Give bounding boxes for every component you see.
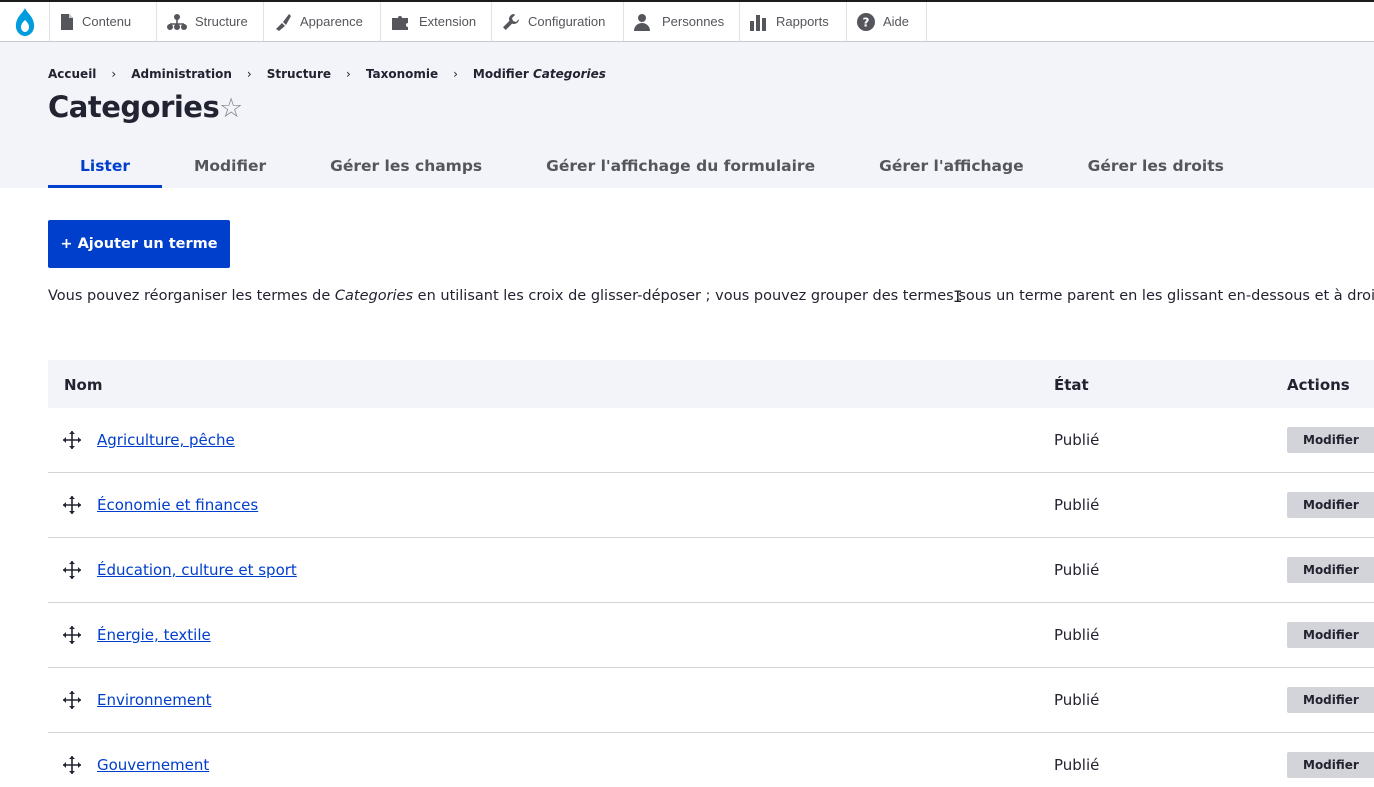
chart-icon: [750, 14, 766, 31]
toolbar-item-label: Structure: [195, 14, 248, 29]
drag-handle-icon[interactable]: [62, 625, 82, 645]
tab-gerer-affichage-formulaire[interactable]: Gérer l'affichage du formulaire: [514, 146, 847, 188]
term-state: Publié: [1054, 626, 1100, 644]
term-state: Publié: [1054, 561, 1100, 579]
breadcrumb-link-structure[interactable]: Structure: [267, 67, 331, 81]
edit-term-button[interactable]: Modifier: [1287, 687, 1374, 713]
toolbar-item-label: Extension: [419, 14, 477, 29]
help-icon: ?: [857, 12, 875, 31]
terms-table: Nom État Actions Agriculture, pêche Publ…: [48, 360, 1374, 787]
page-title: Categories: [48, 90, 220, 124]
breadcrumb-link-current[interactable]: Modifier Categories: [473, 67, 606, 81]
toolbar-item-label: Aide: [883, 14, 910, 29]
breadcrumb-separator: ›: [111, 67, 117, 81]
tab-gerer-affichage[interactable]: Gérer l'affichage: [847, 146, 1056, 188]
brush-icon: [276, 13, 291, 31]
help-text-before: Vous pouvez réorganiser les termes de: [48, 288, 335, 304]
table-row: Agriculture, pêche Publié Modifier: [48, 408, 1374, 473]
term-state: Publié: [1054, 756, 1100, 774]
table-row: Gouvernement Publié Modifier: [48, 733, 1374, 787]
term-link[interactable]: Énergie, textile: [97, 626, 211, 644]
toolbar-item-apparence[interactable]: Apparence: [264, 2, 381, 41]
wrench-icon: [503, 13, 519, 30]
admin-toolbar: Contenu Structure Apparence Extension Co…: [0, 0, 1374, 42]
help-text: Vous pouvez réorganiser les termes de Ca…: [48, 286, 1374, 306]
add-term-button[interactable]: + Ajouter un terme: [48, 220, 230, 268]
breadcrumb-link-taxonomie[interactable]: Taxonomie: [366, 67, 438, 81]
term-link[interactable]: Gouvernement: [97, 756, 209, 774]
breadcrumb-separator: ›: [453, 67, 458, 81]
term-link[interactable]: Environnement: [97, 691, 212, 709]
edit-term-button[interactable]: Modifier: [1287, 622, 1374, 648]
help-text-after: en utilisant les croix de glisser-dépose…: [413, 288, 1374, 304]
person-icon: [634, 13, 650, 31]
term-link[interactable]: Éducation, culture et sport: [97, 561, 297, 579]
term-state: Publié: [1054, 496, 1100, 514]
tab-lister[interactable]: Lister: [48, 146, 162, 188]
sitemap-icon: [167, 13, 187, 30]
breadcrumb-current-prefix: Modifier: [472, 67, 529, 81]
drupal-logo-icon[interactable]: [0, 2, 50, 41]
toolbar-item-label: Configuration: [528, 14, 606, 29]
text-cursor-icon: I: [953, 287, 963, 306]
breadcrumb: Accueil › Administration › Structure › T…: [48, 67, 606, 81]
table-row: Économie et finances Publié Modifier: [48, 473, 1374, 538]
tab-gerer-les-droits[interactable]: Gérer les droits: [1056, 146, 1256, 188]
term-link[interactable]: Agriculture, pêche: [97, 431, 235, 449]
breadcrumb-current-name: Categories: [532, 67, 606, 81]
table-row: Éducation, culture et sport Publié Modif…: [48, 538, 1374, 603]
breadcrumb-separator: ›: [246, 67, 252, 81]
puzzle-icon: [392, 15, 408, 30]
toolbar-item-personnes[interactable]: Personnes: [624, 2, 740, 41]
toolbar-item-label: Apparence: [300, 14, 363, 29]
breadcrumb-link-accueil[interactable]: Accueil: [48, 67, 96, 81]
toolbar-item-label: Rapports: [776, 14, 829, 29]
column-header-actions: Actions: [1287, 376, 1350, 394]
term-state: Publié: [1054, 431, 1100, 449]
drag-handle-icon[interactable]: [62, 430, 82, 450]
help-text-vocabulary: Categories: [334, 288, 414, 304]
drag-handle-icon[interactable]: [62, 495, 82, 515]
primary-tabs: Lister Modifier Gérer les champs Gérer l…: [48, 146, 1256, 188]
svg-text:?: ?: [863, 15, 870, 29]
table-header: Nom État Actions: [48, 360, 1374, 408]
term-link[interactable]: Économie et finances: [97, 496, 258, 514]
star-icon[interactable]: ☆: [219, 93, 243, 124]
column-header-name: Nom: [64, 376, 103, 394]
toolbar-item-contenu[interactable]: Contenu: [50, 2, 157, 41]
toolbar-item-label: Contenu: [82, 14, 132, 29]
table-row: Environnement Publié Modifier: [48, 668, 1374, 733]
breadcrumb-link-administration[interactable]: Administration: [131, 67, 232, 81]
toolbar-item-structure[interactable]: Structure: [157, 2, 264, 41]
column-header-state: État: [1054, 376, 1089, 394]
edit-term-button[interactable]: Modifier: [1287, 752, 1374, 778]
edit-term-button[interactable]: Modifier: [1287, 427, 1374, 453]
toolbar-item-extension[interactable]: Extension: [381, 2, 492, 41]
tab-gerer-les-champs[interactable]: Gérer les champs: [298, 146, 514, 188]
term-state: Publié: [1054, 691, 1100, 709]
edit-term-button[interactable]: Modifier: [1287, 557, 1374, 583]
breadcrumb-separator: ›: [346, 67, 351, 81]
edit-term-button[interactable]: Modifier: [1287, 492, 1374, 518]
drag-handle-icon[interactable]: [62, 755, 82, 775]
tab-modifier[interactable]: Modifier: [162, 146, 298, 188]
toolbar-item-configuration[interactable]: Configuration: [492, 2, 624, 41]
toolbar-item-label: Personnes: [662, 14, 725, 29]
toolbar-item-rapports[interactable]: Rapports: [740, 2, 847, 41]
drag-handle-icon[interactable]: [62, 560, 82, 580]
page-header: Accueil › Administration › Structure › T…: [0, 42, 1374, 188]
toolbar-item-aide[interactable]: ? Aide: [847, 2, 927, 41]
table-row: Énergie, textile Publié Modifier: [48, 603, 1374, 668]
file-icon: [61, 13, 73, 30]
drag-handle-icon[interactable]: [62, 690, 82, 710]
